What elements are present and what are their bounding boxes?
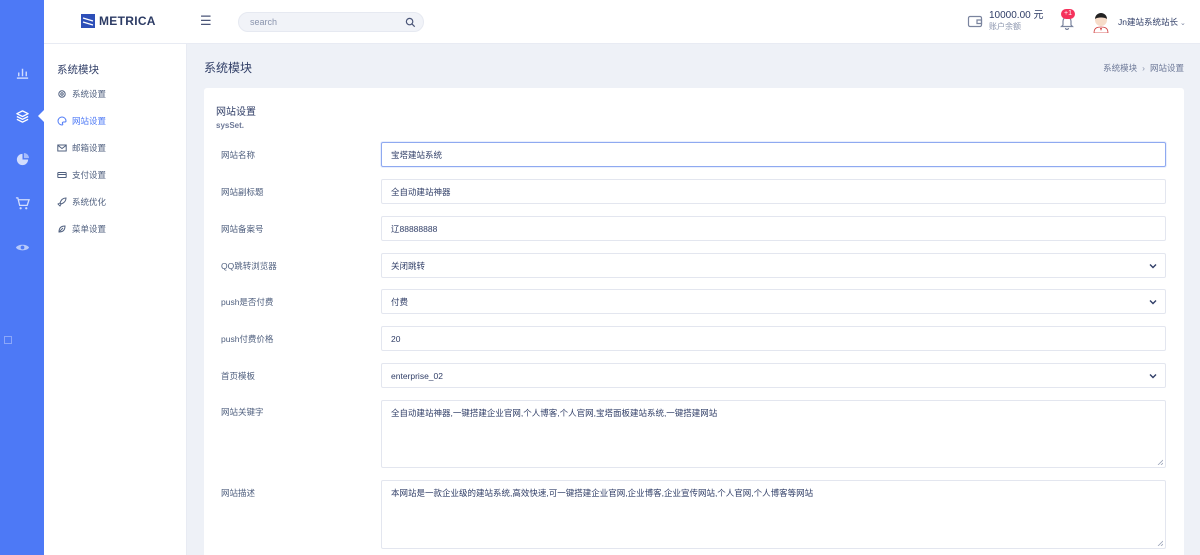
resize-grip-icon[interactable] xyxy=(1157,459,1163,465)
palette-icon xyxy=(57,116,67,126)
breadcrumb-item-current: 网站设置 xyxy=(1149,63,1184,73)
sidebar-item-site-settings[interactable]: 网站设置 xyxy=(57,115,106,127)
leaf-icon xyxy=(58,225,66,233)
chevron-down-icon: ⌄ xyxy=(1179,20,1186,27)
avatar[interactable] xyxy=(1091,11,1111,33)
icp-number-value: 辽88888888 xyxy=(391,223,438,234)
push-paid-select[interactable]: 付费 xyxy=(381,289,1166,314)
sidebar-item-system-settings[interactable]: 系统设置 xyxy=(57,88,106,100)
user-menu[interactable]: Jn建站系统站长 ⌄ xyxy=(1118,16,1186,28)
card-icon xyxy=(57,172,67,178)
resize-grip-icon[interactable] xyxy=(1157,540,1163,546)
cart-icon[interactable] xyxy=(13,194,31,212)
push-price-value: 20 xyxy=(391,333,401,344)
chevron-down-icon xyxy=(1149,264,1157,269)
wallet-icon[interactable] xyxy=(967,13,983,29)
sidebar-item-label: 系统设置 xyxy=(72,89,107,99)
layers-icon[interactable] xyxy=(13,107,31,125)
keywords-value: 全自动建站神器,一键搭建企业官网,个人博客,个人官网,宝塔面板建站系统,一键搭建… xyxy=(391,408,718,418)
account-balance[interactable]: 10000.00 元 账户余额 xyxy=(989,10,1044,32)
icp-number-label: 网站备案号 xyxy=(221,224,264,234)
card-subtitle: sysSet. xyxy=(216,121,245,130)
icon-rail xyxy=(0,0,44,555)
home-template-select[interactable]: enterprise_02 xyxy=(381,363,1166,388)
site-subtitle-value: 全自动建站神器 xyxy=(391,186,451,197)
description-label: 网站描述 xyxy=(221,488,256,498)
search-input[interactable] xyxy=(250,17,400,27)
notification-badge: +1 xyxy=(1061,9,1075,19)
chevron-right-icon: › xyxy=(1142,63,1145,73)
brand-logo[interactable]: METRICA xyxy=(81,14,156,28)
balance-label: 账户余额 xyxy=(989,22,1021,31)
qq-redirect-select[interactable]: 关闭跳转 xyxy=(381,253,1166,278)
site-name-value: 宝塔建站系统 xyxy=(391,149,443,160)
breadcrumb: 系统模块 › 网站设置 xyxy=(1103,62,1184,74)
chevron-down-icon xyxy=(1149,300,1157,305)
breadcrumb-item[interactable]: 系统模块 xyxy=(1103,63,1137,73)
keywords-textarea[interactable]: 全自动建站神器,一键搭建企业官网,个人博客,个人官网,宝塔面板建站系统,一键搭建… xyxy=(381,400,1166,468)
rocket-icon xyxy=(57,197,67,207)
username: Jn建站系统站长 xyxy=(1118,17,1178,27)
qq-redirect-label: QQ跳转浏览器 xyxy=(221,261,277,271)
sidebar-item-payment-settings[interactable]: 支付设置 xyxy=(57,169,106,181)
site-subtitle-input[interactable]: 全自动建站神器 xyxy=(381,179,1166,204)
push-paid-label: push是否付费 xyxy=(221,297,274,307)
collapse-icon[interactable] xyxy=(4,336,12,344)
sidebar-item-label: 邮箱设置 xyxy=(72,143,107,153)
sidebar-title: 系统模块 xyxy=(57,64,99,76)
top-navbar: METRICA ☰ 10000.00 元 账户余额 +1 Jn建站系统站长⌄ xyxy=(44,0,1200,44)
icp-number-input[interactable]: 辽88888888 xyxy=(381,216,1166,241)
push-paid-value: 付费 xyxy=(391,296,409,307)
mail-icon xyxy=(57,144,67,152)
site-name-label: 网站名称 xyxy=(221,150,256,160)
home-template-value: enterprise_02 xyxy=(391,370,443,381)
sidebar-item-label: 系统优化 xyxy=(72,197,107,207)
sidebar-item-label: 支付设置 xyxy=(72,170,107,180)
card-title: 网站设置 xyxy=(216,107,256,118)
push-price-label: push付费价格 xyxy=(221,334,274,344)
description-textarea[interactable]: 本网站是一款企业级的建站系统,高效快速,可一键搭建企业官网,企业博客,企业宣传网… xyxy=(381,480,1166,549)
sidebar-item-menu-settings[interactable]: 菜单设置 xyxy=(57,223,106,235)
eye-icon[interactable] xyxy=(13,238,31,256)
keywords-label: 网站关键字 xyxy=(221,407,264,417)
page-title: 系统模块 xyxy=(204,61,253,75)
sidebar-item-mail-settings[interactable]: 邮箱设置 xyxy=(57,142,106,154)
bar-chart-icon[interactable] xyxy=(13,63,31,81)
balance-amount: 10000.00 元 xyxy=(989,10,1044,21)
qq-redirect-value: 关闭跳转 xyxy=(391,260,426,271)
logo-mark-icon xyxy=(81,14,95,28)
site-name-input[interactable]: 宝塔建站系统 xyxy=(381,142,1166,167)
chevron-down-icon xyxy=(1149,374,1157,379)
menu-toggle-icon[interactable]: ☰ xyxy=(200,14,212,28)
sidebar-item-label: 菜单设置 xyxy=(72,224,107,234)
home-template-label: 首页模板 xyxy=(221,371,256,381)
push-price-input[interactable]: 20 xyxy=(381,326,1166,351)
pie-chart-icon[interactable] xyxy=(13,150,31,168)
description-value: 本网站是一款企业级的建站系统,高效快速,可一键搭建企业官网,企业博客,企业宣传网… xyxy=(391,488,814,498)
site-subtitle-label: 网站副标题 xyxy=(221,187,264,197)
sidebar-item-label: 网站设置 xyxy=(72,116,107,126)
brand-name: METRICA xyxy=(99,14,156,28)
gear-icon xyxy=(58,90,66,98)
search-box xyxy=(238,12,424,32)
sidebar-item-system-optimize[interactable]: 系统优化 xyxy=(57,196,106,208)
search-icon[interactable] xyxy=(405,17,416,28)
module-sidebar: 系统模块 系统设置 网站设置 邮箱设置 支付设置 系统优化 菜单设置 xyxy=(44,44,187,555)
